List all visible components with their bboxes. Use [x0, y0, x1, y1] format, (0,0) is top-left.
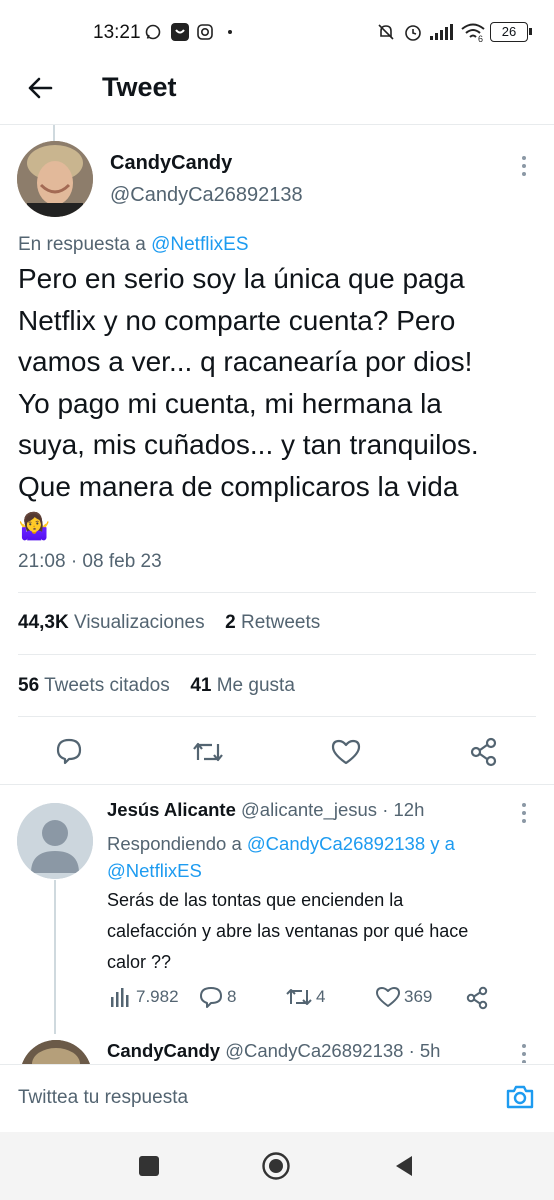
- reply-text: Serás de las tontas que encienden la cal…: [107, 885, 537, 978]
- author-avatar[interactable]: [17, 141, 93, 217]
- tweet-line: vamos a ver... q racanearía por dios!: [18, 346, 473, 377]
- battery-level: 26: [501, 24, 517, 39]
- tweet-timestamp[interactable]: 21:08 · 08 feb 23: [18, 551, 162, 573]
- app-notification-icon: [171, 23, 189, 41]
- divider: [18, 592, 536, 593]
- like-icon: [376, 987, 400, 1007]
- author-handle[interactable]: @CandyCa26892138: [110, 184, 303, 207]
- quotes-count: 56: [18, 675, 40, 696]
- tweet-line: Que manera de complicaros la vida: [18, 470, 459, 502]
- reply-retweets-count: 4: [316, 987, 326, 1006]
- reply-avatar[interactable]: [17, 803, 93, 879]
- thread-line: [54, 880, 56, 1034]
- reply-to-link[interactable]: @NetflixES: [151, 234, 248, 255]
- tweet-line: Yo pago mi cuenta, mi hermana la: [18, 387, 442, 419]
- views-chart-icon: [111, 988, 129, 1007]
- back-arrow-icon[interactable]: [26, 74, 56, 104]
- replying-to-link[interactable]: @CandyCa26892138 y a: [247, 833, 455, 854]
- quotes-likes-row: 56 Tweets citados 41 Me gusta: [18, 675, 295, 697]
- signal-icon: [430, 24, 454, 40]
- likes-label[interactable]: Me gusta: [217, 675, 295, 696]
- reply-line: Serás de las tontas que encienden la: [107, 890, 404, 910]
- reply-likes[interactable]: 369: [376, 986, 432, 1008]
- next-reply-author-name[interactable]: CandyCandy: [107, 1040, 220, 1061]
- reply-share-icon[interactable]: [466, 986, 488, 1010]
- views-label[interactable]: Visualizaciones: [74, 612, 205, 633]
- network-type-label: 6: [478, 34, 484, 44]
- instagram-icon: [197, 24, 213, 40]
- tweet-text: Pero en serio soy la única que paga Netf…: [18, 258, 538, 545]
- tweet-line: Pero en serio soy la única que paga: [18, 263, 465, 294]
- camera-icon[interactable]: [505, 1083, 535, 1111]
- like-icon[interactable]: [331, 738, 361, 766]
- retweet-icon: [286, 989, 312, 1005]
- status-time: 13:21: [93, 22, 141, 43]
- reply-more-options-icon[interactable]: [520, 802, 528, 824]
- reply-likes-count: 369: [404, 987, 433, 1006]
- next-reply-age: · 5h: [408, 1040, 441, 1061]
- status-bar: 13:21 6 26: [0, 0, 554, 62]
- comment-icon: [200, 987, 222, 1008]
- quotes-label[interactable]: Tweets citados: [44, 675, 170, 696]
- battery-indicator: 26: [490, 22, 528, 42]
- reply-icon[interactable]: [55, 737, 83, 765]
- more-notifications-dot: [228, 30, 232, 34]
- more-options-icon[interactable]: [520, 154, 528, 178]
- recent-apps-button[interactable]: [139, 1156, 159, 1176]
- reply-context: Respondiendo a @CandyCa26892138 y a @Net…: [107, 830, 455, 884]
- back-button[interactable]: [394, 1154, 414, 1178]
- views-count: 44,3K: [18, 612, 69, 633]
- retweets-count: 2: [225, 612, 236, 633]
- reply-input[interactable]: Twittea tu respuesta: [18, 1087, 188, 1109]
- likes-count: 41: [190, 675, 212, 696]
- tweet-line: Netflix y no comparte cuenta? Pero: [18, 304, 456, 336]
- reply-comments-count: 8: [227, 987, 237, 1006]
- header-bar: Tweet: [0, 62, 554, 125]
- mute-icon: [376, 22, 396, 42]
- shrug-emoji: 🤷‍♀️: [18, 511, 51, 541]
- page-title: Tweet: [102, 72, 177, 102]
- alarm-icon: [403, 22, 423, 42]
- system-nav-bar: [0, 1132, 554, 1200]
- next-reply-author-handle[interactable]: @CandyCa26892138: [225, 1040, 403, 1061]
- divider: [18, 716, 536, 717]
- home-button[interactable]: [261, 1151, 291, 1181]
- reply-comments[interactable]: 8: [199, 986, 236, 1008]
- reply-context-prefix: En respuesta a: [18, 234, 146, 255]
- reply-views-count: 7.982: [136, 987, 179, 1006]
- reply-author-handle[interactable]: @alicante_jesus: [241, 799, 377, 820]
- reply-age: · 12h: [382, 799, 425, 820]
- replying-to-link[interactable]: @NetflixES: [107, 857, 455, 884]
- reply-context: En respuesta a @NetflixES: [18, 234, 249, 256]
- battery-tip: [529, 28, 532, 35]
- retweets-label[interactable]: Retweets: [241, 612, 320, 633]
- whatsapp-icon: [145, 24, 161, 40]
- retweet-icon[interactable]: [192, 738, 224, 766]
- divider: [0, 784, 554, 785]
- reply-header: Jesús Alicante @alicante_jesus · 12h: [107, 799, 424, 821]
- author-name[interactable]: CandyCandy: [110, 152, 232, 175]
- divider: [18, 654, 536, 655]
- views-retweets-row: 44,3K Visualizaciones 2 Retweets: [18, 612, 320, 634]
- next-reply-header: CandyCandy @CandyCa26892138 · 5h: [107, 1040, 440, 1062]
- reply-retweets[interactable]: 4: [286, 986, 325, 1008]
- next-reply-more-options-icon[interactable]: [520, 1043, 528, 1063]
- replying-prefix: Respondiendo a: [107, 833, 242, 854]
- reply-author-name[interactable]: Jesús Alicante: [107, 799, 236, 820]
- reply-views[interactable]: 7.982: [110, 987, 179, 1007]
- share-icon[interactable]: [470, 737, 498, 767]
- tweet-line: suya, mis cuñados... y tan tranquilos.: [18, 429, 479, 460]
- reply-line: calor ??: [107, 952, 172, 972]
- reply-line: calefacción y abre las ventanas por qué …: [107, 921, 469, 941]
- reply-composer: Twittea tu respuesta: [0, 1064, 554, 1133]
